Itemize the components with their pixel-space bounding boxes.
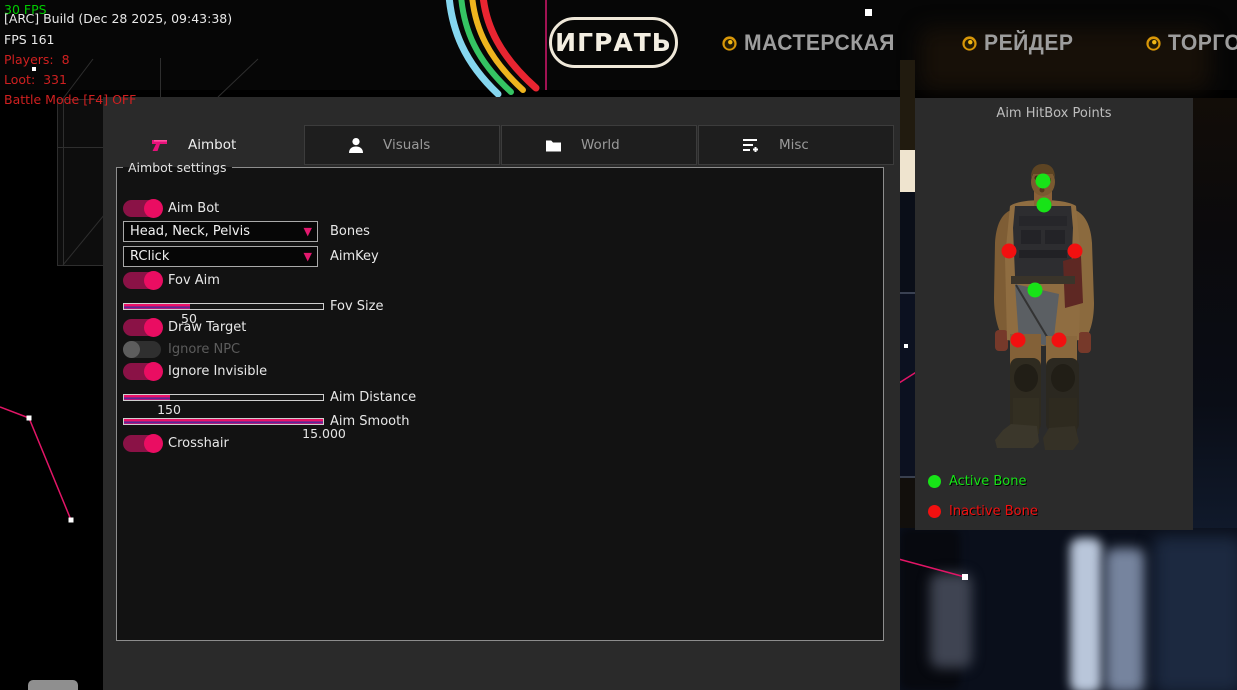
scene-strip xyxy=(900,192,915,292)
hitbox-point-inactive[interactable] xyxy=(1052,333,1067,348)
scene-strip xyxy=(900,60,915,150)
fov-aim-row: Fov Aim xyxy=(123,272,220,289)
debug-overlay: 30 FPS [ARC] Build (Dec 28 2025, 09:43:3… xyxy=(4,0,12,140)
chevron-down-icon: ▼ xyxy=(304,225,312,238)
coin-icon xyxy=(962,36,977,51)
ignore-invisible-toggle[interactable] xyxy=(123,363,161,380)
settings-group-legend: Aimbot settings xyxy=(123,160,232,175)
ignore-invisible-row: Ignore Invisible xyxy=(123,363,267,380)
scene-strip xyxy=(900,294,915,476)
folder-icon xyxy=(546,139,561,152)
draw-target-toggle[interactable] xyxy=(123,319,161,336)
tab-aimbot[interactable]: Aimbot xyxy=(152,125,236,165)
ignore-npc-row: Ignore NPC xyxy=(123,341,240,358)
pistol-icon xyxy=(152,139,168,152)
play-button[interactable]: ИГРАТЬ xyxy=(549,17,678,68)
draw-target-row: Draw Target xyxy=(123,319,246,336)
person-icon xyxy=(349,138,363,153)
tab-world[interactable]: World xyxy=(501,125,697,165)
hitbox-panel: Aim HitBox Points xyxy=(915,98,1193,530)
aimbot-settings-group: Aimbot settings Aim Bot Head, Neck, Pelv… xyxy=(116,160,884,641)
ignore-npc-toggle[interactable] xyxy=(123,341,161,358)
crosshair-row: Crosshair xyxy=(123,435,229,452)
legend-inactive-bone: Inactive Bone xyxy=(928,503,1038,519)
fps-text: FPS 161 xyxy=(4,30,404,50)
inactive-bone-dot-icon xyxy=(928,505,941,518)
inactive-bone-label: Inactive Bone xyxy=(949,504,1038,519)
aim-bot-row: Aim Bot xyxy=(123,200,219,217)
menu-item-label: ТОРГО xyxy=(1168,30,1237,56)
tab-label: Aimbot xyxy=(188,137,236,153)
cheat-menu-panel: Aimbot Visuals World Misc Aimbot setting… xyxy=(103,97,900,690)
hitbox-point-active[interactable] xyxy=(1037,198,1052,213)
coin-icon xyxy=(1146,36,1161,51)
aimkey-label: AimKey xyxy=(330,249,379,264)
menu-item-workshop[interactable]: МАСТЕРСКАЯ xyxy=(722,30,901,56)
ignore-invisible-label: Ignore Invisible xyxy=(168,364,267,379)
player-model xyxy=(915,98,1193,530)
scene-strip xyxy=(900,150,915,192)
battle-mode-text: Battle Mode [F4] OFF xyxy=(4,90,404,110)
menu-item-raider[interactable]: РЕЙДЕР xyxy=(962,30,1077,56)
bones-dropdown-value: Head, Neck, Pelvis xyxy=(124,224,250,239)
hitbox-point-active[interactable] xyxy=(1028,283,1043,298)
scene-object xyxy=(28,680,78,690)
ignore-npc-label: Ignore NPC xyxy=(168,342,240,357)
screen: { "hud": { "fps_overlay": "30 FPS", "bui… xyxy=(0,0,1237,690)
active-bone-dot-icon xyxy=(928,475,941,488)
tab-label: Misc xyxy=(779,137,809,153)
aim-distance-slider[interactable] xyxy=(123,394,324,401)
tab-visuals[interactable]: Visuals xyxy=(304,125,500,165)
tab-label: World xyxy=(581,137,620,153)
bones-dropdown[interactable]: Head, Neck, Pelvis ▼ xyxy=(123,221,318,242)
aimkey-dropdown-value: RClick xyxy=(124,249,169,264)
coin-icon xyxy=(722,36,737,51)
fov-size-slider[interactable] xyxy=(123,303,324,310)
fov-size-label: Fov Size xyxy=(330,299,383,314)
loot-text: Loot: 331 xyxy=(4,70,404,90)
menu-item-label: РЕЙДЕР xyxy=(984,30,1073,56)
aim-bot-toggle[interactable] xyxy=(123,200,161,217)
players-text: Players: 8 xyxy=(4,50,404,70)
menu-item-trade[interactable]: ТОРГО xyxy=(1146,30,1237,56)
aim-bot-label: Aim Bot xyxy=(168,201,219,216)
draw-target-label: Draw Target xyxy=(168,320,246,335)
fov-aim-toggle[interactable] xyxy=(123,272,161,289)
chevron-down-icon: ▼ xyxy=(304,250,312,263)
aim-smooth-slider[interactable] xyxy=(123,418,324,425)
bones-row: Head, Neck, Pelvis ▼ Bones xyxy=(123,221,370,242)
play-button-label: ИГРАТЬ xyxy=(555,28,672,57)
filter-list-icon xyxy=(743,138,759,152)
active-bone-label: Active Bone xyxy=(949,474,1026,489)
legend-active-bone: Active Bone xyxy=(928,473,1026,489)
crosshair-label: Crosshair xyxy=(168,436,229,451)
scene-strip xyxy=(900,478,915,530)
tab-misc[interactable]: Misc xyxy=(698,125,894,165)
aim-distance-label: Aim Distance xyxy=(330,390,416,405)
scene-bottom xyxy=(900,528,1237,690)
aimkey-dropdown[interactable]: RClick ▼ xyxy=(123,246,318,267)
hitbox-point-inactive[interactable] xyxy=(1011,333,1026,348)
crosshair-toggle[interactable] xyxy=(123,435,161,452)
aimkey-row: RClick ▼ AimKey xyxy=(123,246,379,267)
aim-smooth-row: Aim Smooth xyxy=(123,415,409,428)
hitbox-point-inactive[interactable] xyxy=(1002,244,1017,259)
menu-item-label: МАСТЕРСКАЯ xyxy=(744,30,895,56)
aim-smooth-value: 15.000 xyxy=(284,426,364,441)
fov-aim-label: Fov Aim xyxy=(168,273,220,288)
bones-label: Bones xyxy=(330,224,370,239)
build-text: [ARC] Build (Dec 28 2025, 09:43:38) xyxy=(4,9,404,29)
hitbox-point-active[interactable] xyxy=(1036,174,1051,189)
hitbox-point-inactive[interactable] xyxy=(1068,244,1083,259)
tab-label: Visuals xyxy=(383,137,430,153)
scene-right-edge xyxy=(1193,98,1237,534)
